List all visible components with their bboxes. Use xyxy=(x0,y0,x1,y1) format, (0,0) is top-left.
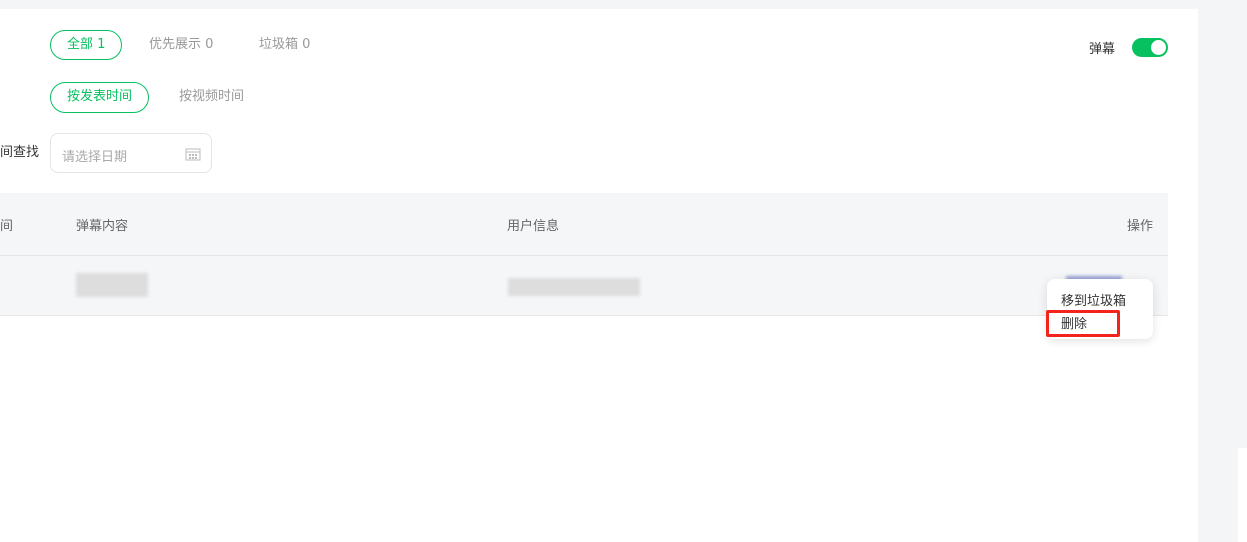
header-content: 弹幕内容 xyxy=(76,219,129,234)
menu-move-to-trash[interactable]: 移到垃圾箱 xyxy=(1061,290,1126,309)
table-header: 间 弹幕内容 用户信息 操作 xyxy=(0,193,1168,255)
header-actions: 操作 xyxy=(1126,219,1153,234)
calendar-icon xyxy=(185,148,201,161)
side-panel-edge xyxy=(1238,448,1247,542)
date-picker[interactable]: 请选择日期 xyxy=(50,133,212,173)
sort-by-video-time[interactable]: 按视频时间 xyxy=(163,82,260,112)
header-user: 用户信息 xyxy=(507,219,560,234)
date-search-label: 间查找 xyxy=(0,145,40,160)
sort-by-post-time[interactable]: 按发表时间 xyxy=(50,82,150,113)
tab-all[interactable]: 全部 1 xyxy=(50,30,123,60)
tab-trash[interactable]: 垃圾箱 0 xyxy=(243,30,326,60)
highlight-box xyxy=(1046,310,1120,337)
table-row[interactable] xyxy=(0,255,1168,316)
tab-priority[interactable]: 优先展示 0 xyxy=(133,30,229,60)
danmu-label: 弹幕 xyxy=(1089,42,1116,57)
date-placeholder: 请选择日期 xyxy=(62,150,128,165)
blurred-user xyxy=(508,278,640,296)
header-time: 间 xyxy=(0,219,14,234)
blurred-content xyxy=(76,273,148,297)
danmu-toggle[interactable] xyxy=(1132,38,1168,57)
